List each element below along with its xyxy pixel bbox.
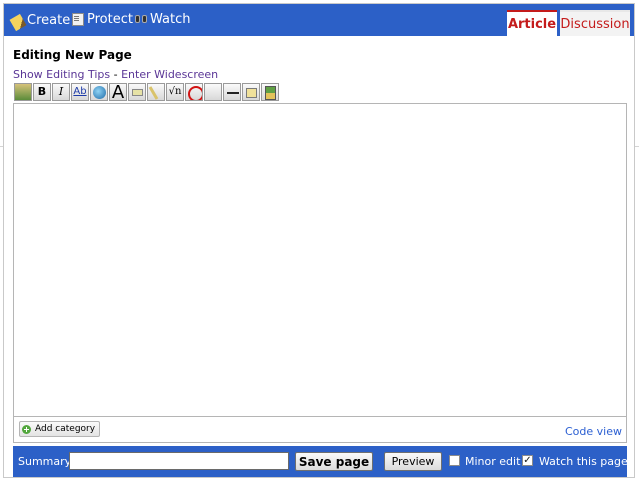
embedded-file-icon[interactable]: [128, 83, 146, 101]
top-action-bar: Create Protect Watch Article Discussion: [4, 4, 634, 36]
minor-edit-checkbox[interactable]: [449, 455, 460, 466]
italic-icon[interactable]: I: [52, 83, 70, 101]
protect-button[interactable]: Protect: [72, 12, 133, 27]
summary-input[interactable]: [69, 452, 289, 470]
gallery-icon[interactable]: [261, 83, 279, 101]
pencil-icon: [9, 13, 27, 32]
horizontal-line-icon[interactable]: [223, 83, 241, 101]
media-icon[interactable]: [147, 83, 165, 101]
internal-link-icon[interactable]: Ab: [71, 83, 89, 101]
plus-icon: [22, 424, 31, 434]
signature-icon[interactable]: [204, 83, 222, 101]
binoculars-icon: [135, 13, 147, 26]
watch-this-page-checkbox[interactable]: ✓: [522, 455, 533, 466]
code-view-link[interactable]: Code view: [565, 425, 622, 438]
redirect-icon[interactable]: [242, 83, 260, 101]
page-title: Editing New Page: [13, 48, 132, 62]
watch-button[interactable]: Watch: [135, 12, 190, 27]
tab-discussion[interactable]: Discussion: [560, 10, 630, 36]
save-page-button[interactable]: Save page: [295, 452, 373, 471]
summary-label: Summary:: [18, 455, 75, 468]
watch-this-page-label: Watch this page: [539, 455, 628, 468]
bold-icon[interactable]: B: [33, 83, 51, 101]
add-category-button[interactable]: Add category: [19, 421, 101, 437]
document-icon: [72, 13, 84, 26]
external-link-icon[interactable]: [90, 83, 108, 101]
tab-article[interactable]: Article: [507, 10, 557, 36]
embed-image-icon[interactable]: [14, 83, 32, 101]
category-bar: Add category Code view: [13, 417, 627, 443]
edit-textarea[interactable]: [13, 103, 627, 417]
create-button[interactable]: Create: [9, 12, 71, 32]
editor-toolbar: B I Ab A √n: [14, 83, 280, 102]
watch-label: Watch: [150, 12, 191, 27]
link-separator: -: [110, 68, 122, 81]
enter-widescreen-link[interactable]: Enter Widescreen: [121, 68, 218, 81]
protect-label: Protect: [87, 12, 133, 27]
preview-button[interactable]: Preview: [384, 452, 442, 471]
create-label: Create: [27, 13, 71, 28]
minor-edit-label: Minor edit: [465, 455, 521, 468]
edit-panel: Create Protect Watch Article Discussion …: [3, 3, 635, 478]
heading-icon[interactable]: A: [109, 83, 127, 101]
add-category-label: Add category: [35, 424, 96, 434]
show-editing-tips-link[interactable]: Show Editing Tips: [13, 68, 110, 81]
editing-links: Show Editing Tips - Enter Widescreen: [13, 68, 218, 81]
save-footer: Summary: Save page Preview Minor edit ✓ …: [13, 446, 628, 477]
math-formula-icon[interactable]: √n: [166, 83, 184, 101]
nowiki-icon[interactable]: [185, 83, 203, 101]
